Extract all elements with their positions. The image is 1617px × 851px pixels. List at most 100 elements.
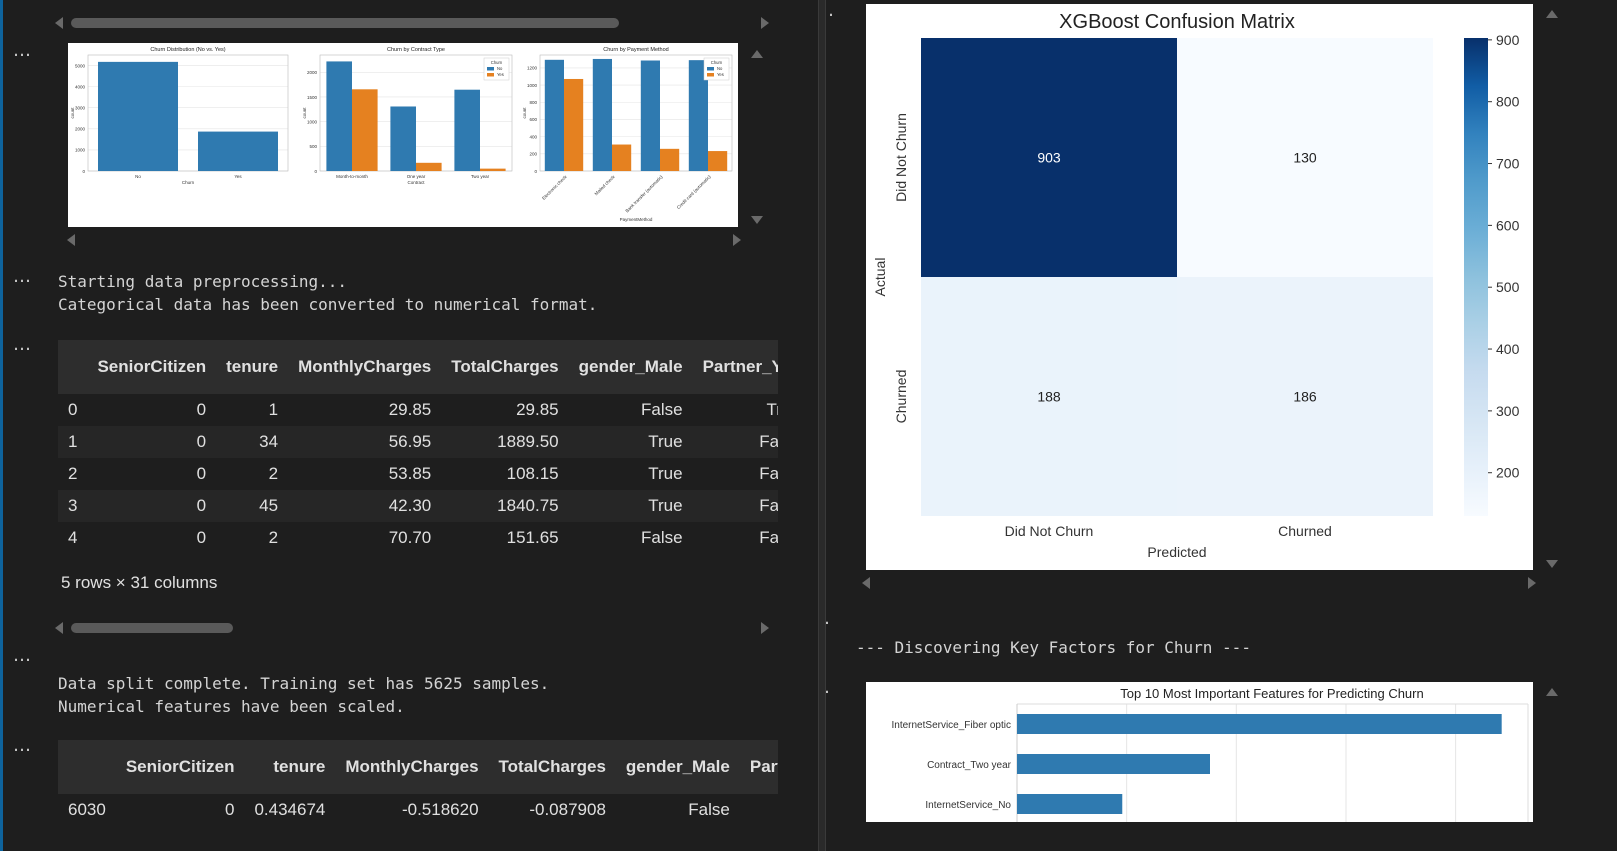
table-cell: 2: [216, 458, 289, 490]
y-tick-label: 5000: [75, 63, 86, 68]
scaled-dataframe-table: SeniorCitizen tenure MonthlyCharges TotalCh…: [58, 740, 778, 826]
bar-no: [454, 89, 480, 171]
eda-figure: Churn Distribution (No vs. Yes) 0 1000 2000…: [68, 43, 738, 227]
bar: [1017, 794, 1123, 814]
x-tick-label: Two year: [471, 174, 490, 179]
scroll-up-arrow[interactable]: [751, 50, 763, 58]
horizontal-scrollbar-thumb[interactable]: [71, 18, 619, 28]
colorbar-tick-label: 200: [1496, 465, 1520, 481]
index-header: [58, 340, 88, 394]
row-index-cell: 0: [58, 394, 88, 426]
colorbar-tick-label: 400: [1496, 341, 1520, 357]
x-axis-label: Predicted: [1147, 544, 1206, 560]
chart-panel: Churn by Contract Type 0 500 1000 1500 2000 co…: [302, 47, 513, 185]
scaled-dataframe-container: SeniorCitizen tenure MonthlyCharges TotalCh…: [58, 740, 778, 851]
row-index-cell: 6030: [58, 794, 116, 826]
output-menu-icon[interactable]: …: [826, 677, 831, 698]
scroll-up-arrow[interactable]: [1546, 688, 1558, 696]
scroll-down-arrow[interactable]: [1546, 560, 1558, 568]
y-tick-label: 1500: [307, 95, 318, 100]
horizontal-scrollbar-thumb[interactable]: [71, 623, 233, 633]
bar-no: [592, 58, 612, 171]
scroll-right-arrow[interactable]: [1528, 577, 1536, 589]
eda-charts-svg: Churn Distribution (No vs. Yes)010002000…: [70, 47, 733, 222]
output-menu-icon[interactable]: …: [13, 645, 32, 666]
table-header-row: SeniorCitizen tenure MonthlyCharges TotalCh…: [58, 340, 778, 394]
y-tick-label: 0: [314, 169, 317, 174]
column-header: gender_Male: [615, 740, 740, 794]
table-row: 00129.8529.85FalseTrue: [58, 394, 778, 426]
output-menu-icon[interactable]: …: [826, 608, 831, 629]
y-tick-label: InternetService_No: [925, 800, 1011, 811]
key-factors-output-text: --- Discovering Key Factors for Churn --…: [856, 638, 1251, 657]
scroll-left-arrow[interactable]: [55, 17, 63, 29]
table-cell: False: [692, 522, 778, 554]
output-menu-icon[interactable]: …: [13, 735, 32, 756]
scroll-left-arrow[interactable]: [55, 622, 63, 634]
legend-title: Churn: [711, 60, 723, 65]
output-menu-icon[interactable]: …: [13, 334, 32, 355]
table-cell: False: [568, 394, 693, 426]
bar-no: [326, 61, 352, 171]
bar-no: [640, 60, 660, 171]
cell-value-label: 186: [1293, 389, 1317, 405]
split-output-text: Data split complete. Training set has 56…: [58, 674, 550, 716]
chart-panel: Churn Distribution (No vs. Yes) 0 1000 2000…: [70, 47, 289, 185]
output-menu-icon[interactable]: …: [826, 0, 835, 21]
y-axis-label: count: [302, 107, 307, 119]
bar-yes: [660, 148, 680, 171]
table-cell: 29.85: [288, 394, 442, 426]
table-cell: 108.15: [441, 458, 569, 490]
bar-yes: [564, 78, 584, 171]
scroll-right-arrow[interactable]: [733, 234, 741, 246]
pane-splitter[interactable]: [818, 0, 826, 851]
y-tick-label: 400: [529, 134, 537, 139]
table-cell: 0: [87, 458, 217, 490]
scroll-down-arrow[interactable]: [751, 216, 763, 224]
column-header: MonthlyCharges: [288, 340, 442, 394]
legend-title: Churn: [491, 60, 503, 65]
y-axis-label: count: [70, 107, 75, 119]
cell-value-label: 903: [1037, 150, 1061, 166]
scroll-up-arrow[interactable]: [1546, 10, 1558, 18]
left-notebook-pane: … Churn Distribution (No vs. Yes) 0 1000 20…: [0, 0, 818, 851]
x-tick-label: Bank transfer (automatic): [624, 174, 664, 214]
chart-title: Churn by Payment Method: [603, 47, 668, 53]
y-tick-label: Contract_Two year: [927, 760, 1012, 771]
table-cell: False: [615, 794, 740, 826]
column-header: tenure: [216, 340, 289, 394]
x-tick-label: Did Not Churn: [1005, 523, 1094, 539]
scroll-right-arrow[interactable]: [761, 622, 769, 634]
y-tick-label: Churned: [893, 370, 909, 424]
x-tick-label: Mailed check: [594, 174, 617, 197]
table-cell: False: [692, 490, 778, 522]
y-tick-label: 4000: [75, 84, 86, 89]
table-cell: 34: [216, 426, 289, 458]
column-header: TotalCharges: [441, 340, 569, 394]
scroll-left-arrow[interactable]: [67, 234, 75, 246]
table-cell: 70.70: [288, 522, 442, 554]
dataframe-table-container: SeniorCitizen tenure MonthlyCharges TotalCh…: [58, 340, 778, 555]
y-axis-label: Actual: [872, 258, 888, 297]
x-tick-label: No: [135, 174, 141, 179]
bar-yes: [612, 144, 632, 171]
table-cell: 45: [216, 490, 289, 522]
x-tick-label: Electronic check: [541, 174, 568, 201]
y-tick-label: 2000: [75, 127, 86, 132]
output-menu-icon[interactable]: …: [13, 40, 32, 61]
colorbar-tick-label: 300: [1496, 403, 1520, 419]
confusion-matrix-svg: XGBoost Confusion Matrix 903 130 188 186 Did …: [872, 11, 1520, 560]
column-header: SeniorCitizen: [115, 740, 245, 794]
output-menu-icon[interactable]: …: [13, 266, 32, 287]
scroll-right-arrow[interactable]: [761, 17, 769, 29]
table-cell: 1840.75: [441, 490, 569, 522]
table-cell: 56.95: [288, 426, 442, 458]
row-index-cell: 3: [58, 490, 88, 522]
table-cell: 42.30: [288, 490, 442, 522]
y-axis-label: count: [522, 107, 527, 119]
scroll-left-arrow[interactable]: [862, 577, 870, 589]
bar-no: [544, 59, 564, 171]
table-cell: False: [568, 522, 693, 554]
feature-importance-figure: Top 10 Most Important Features for Predi…: [866, 682, 1533, 822]
legend-label: No: [497, 66, 503, 71]
